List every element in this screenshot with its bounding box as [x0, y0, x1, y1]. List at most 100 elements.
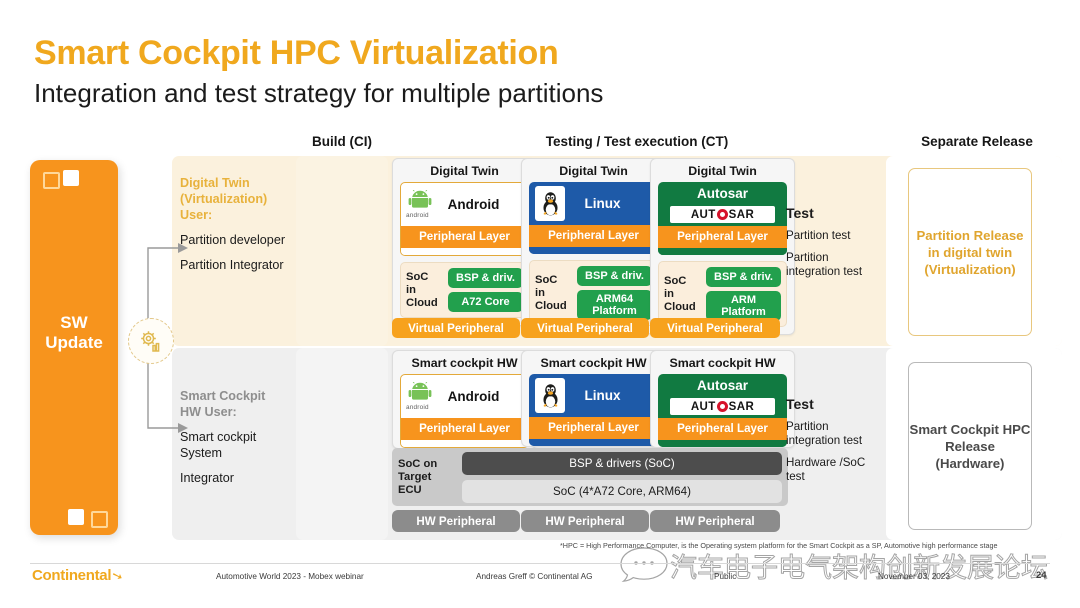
- virtual-peripheral-bar: Virtual Peripheral: [392, 318, 520, 338]
- os-name: Linux: [584, 388, 621, 403]
- os-box-linux: Linux Peripheral Layer: [529, 182, 658, 254]
- page-title: Smart Cockpit HPC Virtualization: [34, 34, 559, 72]
- test-column-digital-twin: Test Partition test Partition integratio…: [786, 205, 882, 287]
- card-digital-twin-linux[interactable]: Digital Twin Linux Peripheral Layer SoC …: [521, 158, 666, 334]
- autosar-logo-icon: AUT SAR: [670, 206, 775, 223]
- sw-update-label: SW Update: [45, 313, 103, 352]
- corner-square-filled-icon: [63, 170, 79, 186]
- soc-label: SoC in Cloud: [535, 273, 567, 312]
- soc-bar-core: SoC (4*A72 Core, ARM64): [462, 479, 782, 503]
- footer-author: Andreas Greff © Continental AG: [476, 572, 593, 581]
- test-item: Partition test: [786, 229, 851, 242]
- user-item: Partition developer: [180, 233, 286, 247]
- band-build-column-top: [296, 156, 388, 346]
- soc-chip: BSP & driv.: [706, 267, 781, 287]
- soc-label: SoC in Cloud: [406, 270, 438, 309]
- soc-in-cloud-block: SoC in Cloud BSP & driv. ARM64 Platform: [529, 260, 658, 326]
- column-header-testing: Testing / Test execution (CT): [545, 134, 729, 149]
- corner-square-filled-icon-2: [68, 509, 84, 525]
- card-title: Digital Twin: [559, 164, 628, 178]
- user-heading-digital-twin: Digital Twin (Virtualization) User:: [180, 176, 268, 222]
- test-item: Partition integration test: [786, 251, 863, 278]
- peripheral-layer-bar: Peripheral Layer: [658, 418, 787, 440]
- band-build-column-bottom: [296, 348, 388, 540]
- tux-penguin-icon: [535, 186, 565, 221]
- user-column-digital-twin: Digital Twin (Virtualization) User: Part…: [180, 175, 296, 282]
- watermark-overlay: 汽车电子电气架构创新发展论坛: [618, 544, 1070, 590]
- test-heading: Test: [786, 396, 814, 412]
- test-column-hardware: Test Partition integration test Hardware…: [786, 396, 882, 492]
- test-heading: Test: [786, 205, 814, 221]
- soc-in-cloud-block: SoC in Cloud BSP & driv. A72 Core: [400, 262, 529, 318]
- card-title: Digital Twin: [688, 164, 757, 178]
- os-name: Autosar: [696, 185, 748, 201]
- peripheral-layer-bar: Peripheral Layer: [529, 225, 658, 247]
- slide-root: Smart Cockpit HPC Virtualization Integra…: [0, 0, 1080, 608]
- footer-classification: Public: [714, 572, 737, 581]
- hw-peripheral-bar: HW Peripheral: [650, 510, 780, 532]
- corner-square-outline-icon: [43, 172, 60, 189]
- os-box-android: android Android Peripheral Layer: [400, 374, 529, 448]
- autosar-logo-icon: AUT SAR: [670, 398, 775, 415]
- peripheral-layer-bar: Peripheral Layer: [401, 418, 528, 440]
- hw-peripheral-bar: HW Peripheral: [392, 510, 520, 532]
- virtual-peripheral-bar: Virtual Peripheral: [521, 318, 649, 338]
- android-wordmark: android: [406, 212, 429, 219]
- soc-target-label: SoC on Target ECU: [398, 457, 438, 496]
- footer-divider: [30, 563, 1050, 564]
- release-box-hardware[interactable]: Smart Cockpit HPC Release (Hardware): [908, 362, 1032, 530]
- user-heading-hardware: Smart Cockpit HW User:: [180, 389, 266, 419]
- user-column-hardware: Smart Cockpit HW User: Smart cockpit Sys…: [180, 388, 296, 495]
- card-digital-twin-autosar[interactable]: Digital Twin Autosar AUT SAR Peripheral L…: [650, 158, 795, 335]
- column-header-build: Build (CI): [312, 134, 372, 149]
- footer-page-number: 24: [1036, 570, 1047, 581]
- release-box-label: Partition Release in digital twin (Virtu…: [916, 227, 1024, 277]
- card-title: Smart cockpit HW: [669, 356, 776, 370]
- os-name: Android: [447, 389, 500, 404]
- soc-chip: ARM Platform: [706, 291, 781, 321]
- continental-logo: Continental➘: [32, 566, 125, 585]
- os-name: Autosar: [696, 377, 748, 393]
- os-box-android: android Android Peripheral Layer: [400, 182, 529, 256]
- soc-chip: ARM64 Platform: [577, 290, 652, 320]
- os-box-autosar: Autosar AUT SAR Peripheral Layer: [658, 182, 787, 255]
- android-wordmark: android: [406, 404, 429, 411]
- chat-bubble-icon: [620, 547, 668, 582]
- release-box-digital-twin[interactable]: Partition Release in digital twin (Virtu…: [908, 168, 1032, 336]
- soc-target-ecu-block: SoC on Target ECU BSP & drivers (SoC) So…: [392, 448, 788, 506]
- os-box-autosar: Autosar AUT SAR Peripheral Layer: [658, 374, 787, 447]
- os-name: Linux: [584, 196, 621, 211]
- footer-date: November 03, 2023: [878, 572, 950, 581]
- user-item: Integrator: [180, 471, 234, 485]
- card-title: Smart cockpit HW: [411, 356, 518, 370]
- sw-update-panel[interactable]: SW Update: [30, 160, 118, 535]
- soc-chip: BSP & driv.: [577, 266, 652, 286]
- gear-icon: [128, 318, 174, 364]
- release-box-label: Smart Cockpit HPC Release (Hardware): [909, 421, 1031, 471]
- card-hardware-linux[interactable]: Smart cockpit HW Linux Peripheral Layer: [521, 350, 666, 447]
- test-item: Partition integration test: [786, 420, 863, 447]
- user-item: Partition Integrator: [180, 258, 284, 272]
- card-title: Smart cockpit HW: [540, 356, 647, 370]
- soc-bar-bsp: BSP & drivers (SoC): [462, 451, 782, 475]
- peripheral-layer-bar: Peripheral Layer: [658, 226, 787, 248]
- footnote: *HPC = High Performance Computer, is the…: [560, 541, 998, 550]
- user-item: Smart cockpit System: [180, 430, 257, 460]
- page-subtitle: Integration and test strategy for multip…: [34, 78, 604, 108]
- soc-chip: A72 Core: [448, 292, 523, 312]
- tux-penguin-icon: [535, 378, 565, 413]
- card-hardware-android[interactable]: Smart cockpit HW android Android Periphe…: [392, 350, 537, 449]
- soc-label: SoC in Cloud: [664, 274, 696, 313]
- card-digital-twin-android[interactable]: Digital Twin android Android Peripheral …: [392, 158, 537, 326]
- corner-square-outline-icon-2: [91, 511, 108, 528]
- footer-event: Automotive World 2023 - Mobex webinar: [216, 572, 364, 581]
- card-hardware-autosar[interactable]: Smart cockpit HW Autosar AUT SAR Peripher…: [650, 350, 795, 448]
- hw-peripheral-bar: HW Peripheral: [521, 510, 649, 532]
- virtual-peripheral-bar: Virtual Peripheral: [650, 318, 780, 338]
- test-item: Hardware /SoC test: [786, 456, 866, 483]
- card-title: Digital Twin: [430, 164, 499, 178]
- peripheral-layer-bar: Peripheral Layer: [529, 417, 658, 439]
- os-name: Android: [447, 197, 500, 212]
- os-box-linux: Linux Peripheral Layer: [529, 374, 658, 446]
- column-header-release: Separate Release: [921, 134, 1033, 149]
